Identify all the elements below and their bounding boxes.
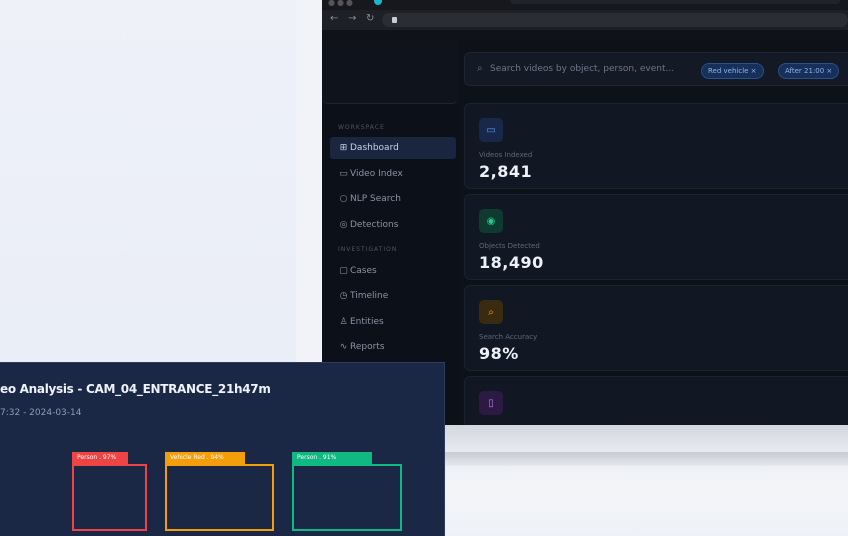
sidebar-item-cases[interactable]: ▢ Cases (330, 260, 456, 282)
sidebar-item-entities[interactable]: ♙ Entities (330, 311, 456, 333)
detection-label-person: Person . 97% (72, 452, 128, 464)
video-timestamp: 7:32 - 2024-03-14 (0, 408, 82, 418)
video-icon: ▭ (339, 169, 348, 179)
address-bar[interactable] (382, 13, 848, 27)
browser-tab-strip: ●●● (322, 0, 848, 10)
stat-card-objects-detected[interactable]: ◉ Objects Detected 18,490 (464, 194, 848, 280)
window-controls-icon[interactable]: ●●● (328, 0, 355, 7)
eye-icon: ◉ (479, 209, 503, 233)
toolbar-divider (322, 30, 848, 42)
detection-box-vehicle[interactable] (165, 464, 274, 531)
sidebar-item-label: Entities (350, 317, 384, 327)
stat-label: Search Accuracy (479, 333, 538, 341)
sidebar-item-video-index[interactable]: ▭ Video Index (330, 163, 456, 185)
main-content: ⌕ Search videos by object, person, event… (458, 42, 848, 425)
stat-label: Objects Detected (479, 242, 540, 250)
lock-icon (392, 17, 397, 23)
target-icon: ◎ (339, 220, 348, 230)
sidebar-item-label: Cases (350, 266, 377, 276)
search-placeholder: Search videos by object, person, event..… (490, 64, 675, 74)
sidebar-item-reports[interactable]: ∿ Reports (330, 336, 456, 358)
stat-card-videos-indexed[interactable]: ▭ Videos Indexed 2,841 (464, 103, 848, 189)
filter-chip-after-2100[interactable]: After 21:00 × (778, 63, 840, 79)
sidebar-item-label: Dashboard (350, 143, 399, 153)
sidebar-item-nlp-search[interactable]: ○ NLP Search (330, 188, 456, 210)
back-icon[interactable]: ← (330, 13, 338, 25)
stat-label: Videos Indexed (479, 151, 533, 159)
forward-icon[interactable]: → (348, 13, 356, 25)
section-label-workspace: WORKSPACE (338, 124, 385, 131)
document-icon: ▯ (479, 391, 503, 415)
search-input[interactable]: ⌕ Search videos by object, person, event… (464, 52, 848, 86)
video-icon: ▭ (479, 118, 503, 142)
search-icon: ⌕ (477, 63, 483, 74)
favicon-icon (374, 0, 382, 5)
stat-card-reports[interactable]: ▯ (464, 376, 848, 425)
sidebar-item-timeline[interactable]: ◷ Timeline (330, 285, 456, 307)
stat-value: 2,841 (479, 162, 533, 181)
detection-label-person: Person . 91% (292, 452, 372, 464)
laptop-hinge (444, 452, 848, 466)
sidebar-item-detections[interactable]: ◎ Detections (330, 214, 456, 236)
browser-tab[interactable] (510, 0, 840, 4)
section-label-investigation: INVESTIGATION (338, 246, 398, 253)
sidebar-item-label: Detections (350, 220, 399, 230)
stat-value: 98% (479, 344, 519, 363)
reload-icon[interactable]: ↻ (366, 13, 374, 25)
sidebar-item-dashboard[interactable]: ⊞ Dashboard (330, 137, 456, 159)
stat-value: 18,490 (479, 253, 544, 272)
sidebar-item-label: Timeline (350, 291, 389, 301)
search-icon: ○ (339, 194, 348, 204)
video-title: eo Analysis - CAM_04_ENTRANCE_21h47m (0, 382, 271, 396)
grid-icon: ⊞ (339, 143, 348, 153)
users-icon: ♙ (339, 317, 348, 327)
folder-icon: ▢ (339, 266, 348, 276)
stat-card-search-accuracy[interactable]: ⌕ Search Accuracy 98% (464, 285, 848, 371)
detection-box-person[interactable] (292, 464, 402, 531)
browser-toolbar: ← → ↻ (322, 10, 848, 30)
detection-label-vehicle: Vehicle Red . 94% (165, 452, 245, 464)
clock-icon: ◷ (339, 291, 348, 301)
sidebar-item-label: Reports (350, 342, 385, 352)
detection-box-person[interactable] (72, 464, 147, 531)
sidebar-item-label: NLP Search (350, 194, 401, 204)
filter-chip-red-vehicle[interactable]: Red vehicle × (701, 63, 764, 79)
search-icon: ⌕ (479, 300, 503, 324)
activity-icon: ∿ (339, 342, 348, 352)
video-analysis-card[interactable]: eo Analysis - CAM_04_ENTRANCE_21h47m 7:3… (0, 362, 445, 536)
sidebar-item-label: Video Index (350, 169, 403, 179)
laptop-base (444, 425, 848, 536)
logo-area (322, 42, 458, 104)
